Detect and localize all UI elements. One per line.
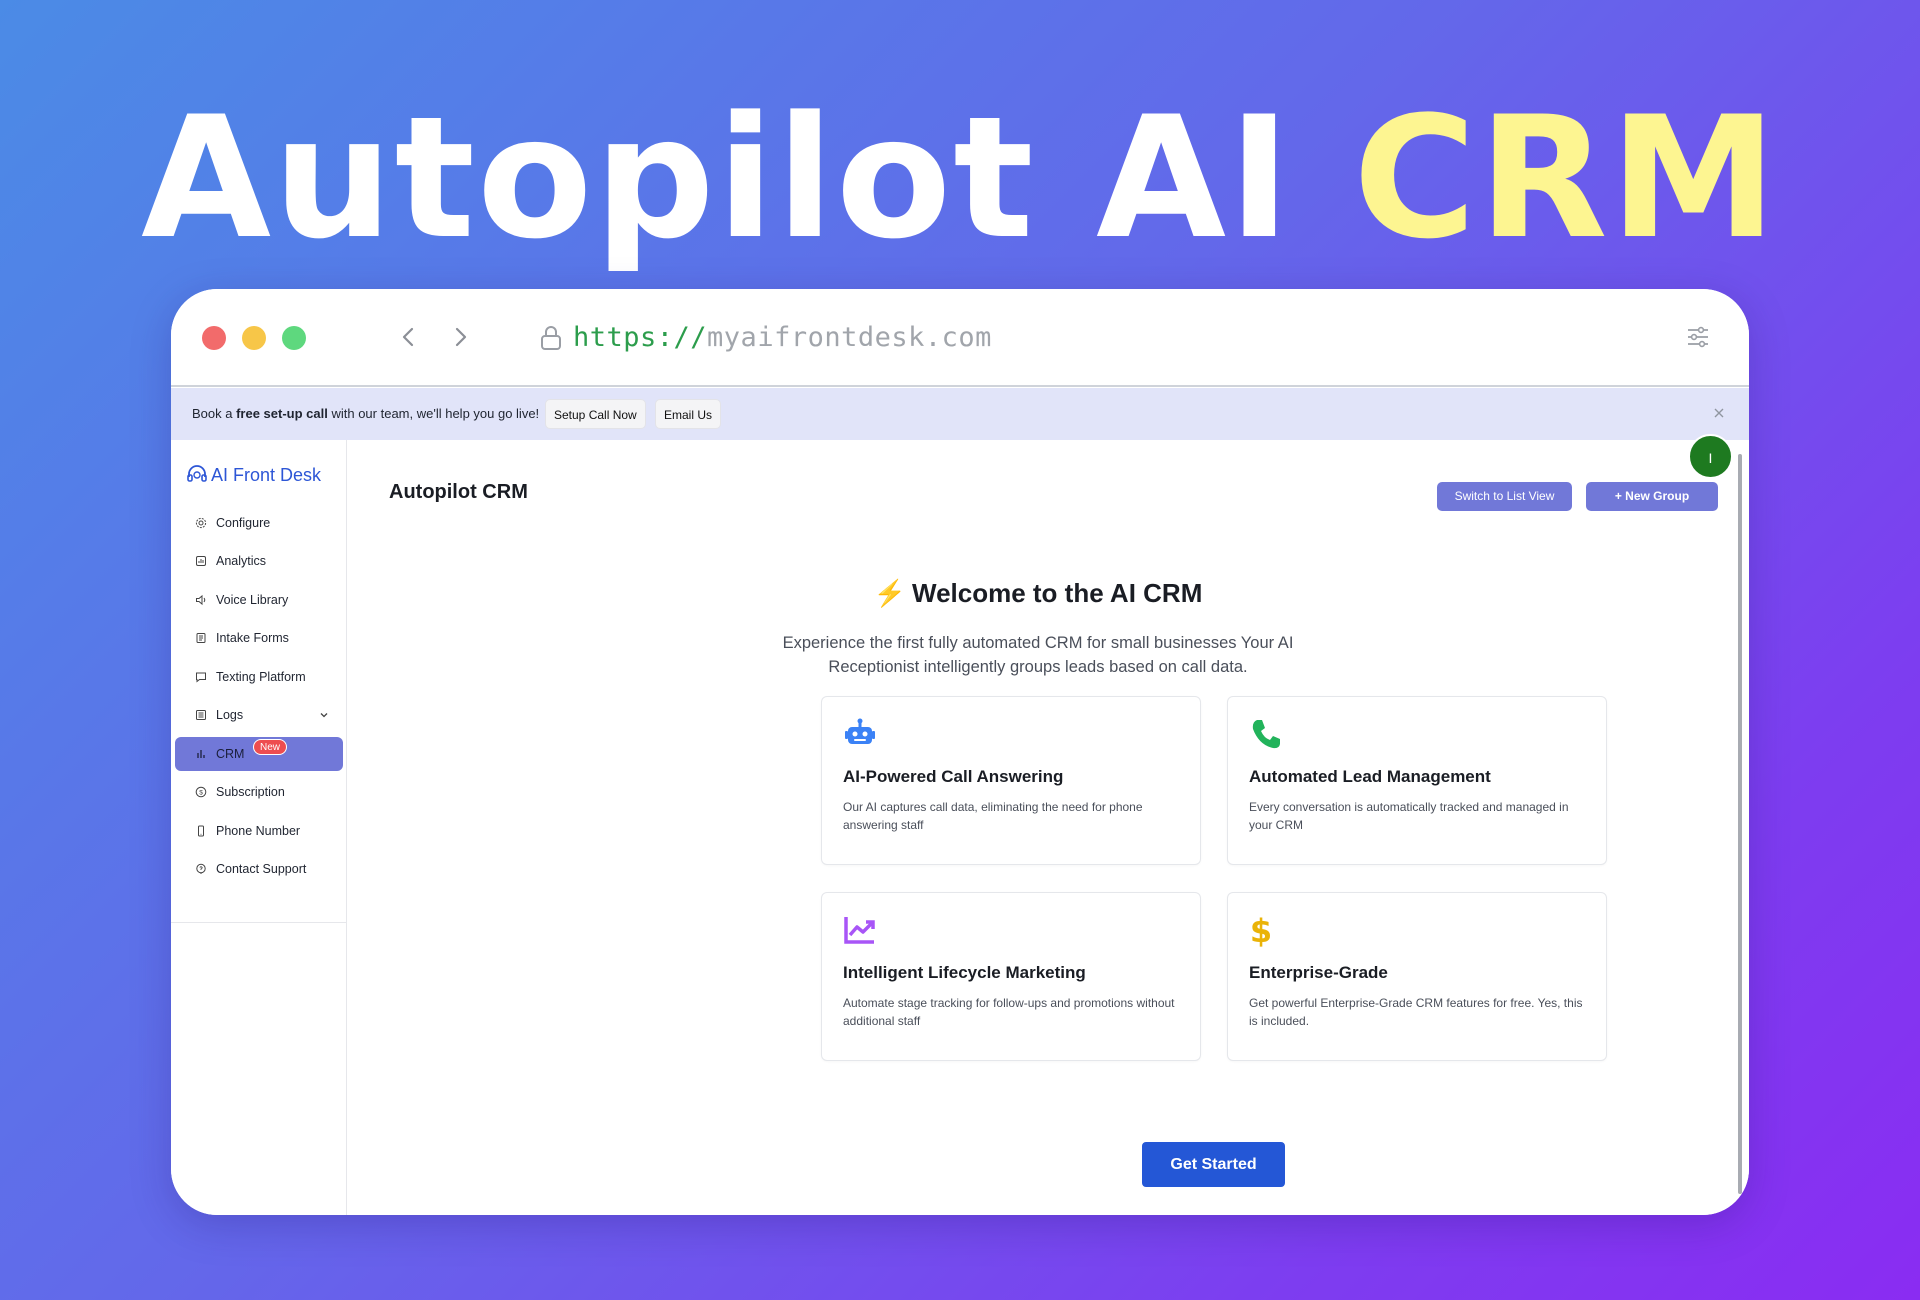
bar-chart-icon	[197, 750, 205, 758]
chevron-down-icon[interactable]	[319, 710, 329, 720]
sidebar-item-crm[interactable]: CRM New	[175, 737, 343, 771]
gear-icon	[195, 517, 207, 529]
sidebar-item-logs[interactable]: Logs	[175, 698, 343, 732]
svg-text:$: $	[199, 789, 203, 796]
back-arrow-icon[interactable]	[394, 322, 424, 352]
message-icon	[196, 672, 206, 683]
chart-icon	[196, 556, 206, 566]
sidebar-item-analytics[interactable]: Analytics	[175, 544, 343, 578]
url-scheme: https://	[573, 322, 708, 353]
sidebar-item-label: Texting Platform	[216, 670, 306, 684]
phone-device-icon	[198, 825, 204, 837]
sidebar-item-label: Voice Library	[216, 593, 289, 607]
speaker-icon	[196, 594, 206, 606]
scrollbar[interactable]	[1738, 454, 1742, 1194]
dollar-circle-icon: $	[195, 786, 207, 798]
sidebar-item-label: Intake Forms	[216, 631, 289, 645]
sidebar: AI Front Desk Configure Analytics Voice …	[171, 440, 347, 1215]
sidebar-item-label: Phone Number	[216, 824, 301, 838]
sidebar-item-contact-support[interactable]: Contact Support	[175, 852, 343, 886]
new-badge: New	[253, 739, 288, 755]
app-logo[interactable]: AI Front Desk	[185, 462, 321, 488]
feature-card: Intelligent Lifecycle Marketing Automate…	[821, 892, 1201, 1061]
banner-text: Book a free set-up call with our team, w…	[192, 406, 540, 421]
sidebar-item-label: Logs	[216, 708, 244, 722]
switch-view-button[interactable]: Switch to List View	[1437, 482, 1572, 511]
browser-chrome: https://myaifrontdesk.com	[171, 289, 1749, 387]
sidebar-item-label: Subscription	[216, 785, 285, 799]
logs-icon	[196, 710, 206, 720]
window-close-dot[interactable]	[202, 326, 226, 350]
dollar-icon: $	[1250, 913, 1272, 947]
feature-card: Automated Lead Management Every conversa…	[1227, 696, 1607, 865]
window-minimize-dot[interactable]	[242, 326, 266, 350]
window-maximize-dot[interactable]	[282, 326, 306, 350]
new-group-button[interactable]: + New Group	[1586, 482, 1718, 511]
feature-card: AI-Powered Call Answering Our AI capture…	[821, 696, 1201, 865]
card-description: Automate stage tracking for follow-ups a…	[843, 996, 1175, 1028]
welcome-heading: ⚡ Welcome to the AI CRM	[873, 578, 1203, 608]
sidebar-item-label: Configure	[216, 516, 271, 530]
avatar[interactable]: I	[1688, 434, 1733, 479]
email-us-button[interactable]: Email Us	[655, 399, 722, 429]
sidebar-divider	[171, 922, 347, 923]
browser-window: https://myaifrontdesk.com Book a free se…	[171, 289, 1749, 1215]
sliders-icon[interactable]	[1685, 324, 1711, 350]
card-title: Intelligent Lifecycle Marketing	[843, 963, 1086, 982]
hero-title-accent: CRM	[1353, 80, 1779, 276]
sidebar-item-subscription[interactable]: $ Subscription	[175, 775, 343, 809]
svg-text:$: $	[1250, 913, 1272, 947]
hero-title: Autopilot AI CRM	[141, 80, 1779, 276]
feature-card: $ Enterprise-Grade Get powerful Enterpri…	[1227, 892, 1607, 1061]
setup-banner: Book a free set-up call with our team, w…	[171, 388, 1749, 440]
phone-icon	[1252, 720, 1280, 749]
sidebar-item-label: Contact Support	[216, 862, 307, 876]
trend-up-icon	[844, 917, 875, 944]
headset-icon	[187, 465, 207, 482]
card-description: Get powerful Enterprise-Grade CRM featur…	[1249, 996, 1583, 1028]
sidebar-item-configure[interactable]: Configure	[175, 506, 343, 540]
sidebar-item-intake-forms[interactable]: Intake Forms	[175, 621, 343, 655]
forward-arrow-icon[interactable]	[445, 322, 475, 352]
lock-icon	[541, 326, 561, 350]
card-title: Automated Lead Management	[1249, 767, 1491, 786]
card-description: Our AI captures call data, eliminating t…	[843, 800, 1143, 832]
sidebar-item-phone-number[interactable]: Phone Number	[175, 814, 343, 848]
get-started-button[interactable]: Get Started	[1142, 1142, 1285, 1187]
sidebar-item-voice-library[interactable]: Voice Library	[175, 583, 343, 617]
logo-text: AI Front Desk	[211, 464, 322, 485]
support-icon	[196, 863, 206, 874]
setup-call-button[interactable]: Setup Call Now	[545, 399, 646, 429]
form-icon	[196, 633, 206, 643]
welcome-subtitle: Experience the first fully automated CRM…	[782, 634, 1294, 676]
card-title: AI-Powered Call Answering	[843, 767, 1064, 786]
url-host: myaifrontdesk.com	[707, 322, 992, 353]
sidebar-item-label: Analytics	[216, 554, 267, 568]
lightning-icon: ⚡	[873, 578, 906, 608]
sidebar-item-texting-platform[interactable]: Texting Platform	[175, 660, 343, 694]
main-content: Autopilot CRM Switch to List View + New …	[348, 440, 1749, 1215]
card-description: Every conversation is automatically trac…	[1249, 800, 1569, 832]
robot-icon	[845, 718, 875, 744]
address-bar[interactable]: https://myaifrontdesk.com	[573, 322, 992, 353]
page-title: Autopilot CRM	[389, 481, 528, 503]
card-title: Enterprise-Grade	[1249, 963, 1388, 982]
close-icon[interactable]	[1711, 405, 1727, 421]
sidebar-item-label: CRM	[216, 747, 245, 761]
